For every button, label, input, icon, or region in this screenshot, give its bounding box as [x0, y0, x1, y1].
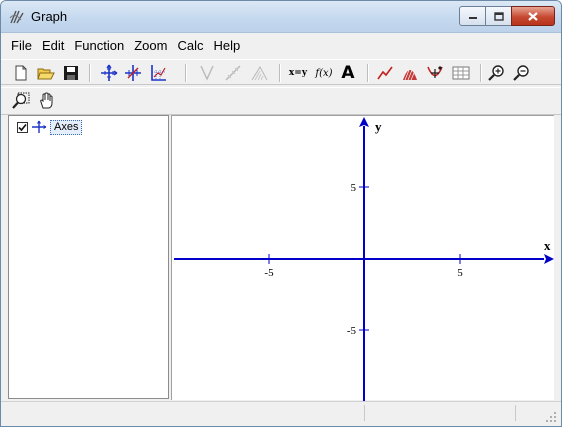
- zoom-out-button[interactable]: [512, 63, 532, 83]
- x-axis-arrow: [544, 254, 554, 264]
- line-series-button[interactable]: [375, 63, 395, 83]
- x-tick-label-neg-5: -5: [264, 267, 274, 279]
- app-window: Graph File Edit Function Zoom Calc Help: [0, 0, 562, 427]
- hatch-button[interactable]: [249, 63, 269, 83]
- zoom-window-button[interactable]: [11, 91, 31, 111]
- y-axis-arrow: [359, 117, 369, 127]
- xy-icon: x=y: [288, 68, 308, 78]
- axes-cross-button[interactable]: [123, 63, 143, 83]
- text-A-icon: A: [341, 63, 355, 83]
- zoom-in-icon: [488, 65, 504, 81]
- checkmark-icon: [18, 123, 27, 131]
- zoom-in-button[interactable]: [487, 63, 507, 83]
- line-series-icon: [377, 66, 393, 80]
- axes-icon: [32, 120, 47, 133]
- graph-area[interactable]: -5 5 5 -5 x y: [171, 115, 555, 401]
- menu-zoom[interactable]: Zoom: [129, 38, 172, 53]
- table-icon: [452, 66, 470, 80]
- point-series-icon: [427, 66, 443, 78]
- axes-grid-button[interactable]: [148, 63, 168, 83]
- text-button[interactable]: A: [338, 63, 358, 83]
- save-button[interactable]: [61, 63, 81, 83]
- main-toolbar: x=y f(x) A: [1, 59, 561, 85]
- area-icon: [403, 69, 417, 81]
- plot-canvas[interactable]: -5 5 5 -5 x y: [172, 116, 555, 401]
- zoom-toolbar: [1, 87, 561, 115]
- caption-buttons: [459, 6, 555, 26]
- zoom-out-icon: [513, 65, 529, 81]
- fx-button[interactable]: f(x): [313, 63, 335, 83]
- tree-item-axes[interactable]: Axes: [17, 119, 83, 135]
- axes-grid-icon: [151, 65, 166, 81]
- status-pane-divider-2: [515, 405, 516, 421]
- status-bar: [1, 401, 561, 426]
- function-list-panel[interactable]: Axes: [8, 115, 169, 399]
- maximize-icon: [493, 11, 504, 21]
- hand-move-icon: [40, 92, 53, 109]
- minimize-icon: [468, 17, 477, 19]
- tangent-icon: [200, 65, 214, 81]
- window-title: Graph: [31, 9, 68, 24]
- hand-move-button[interactable]: [37, 91, 57, 111]
- close-icon: [528, 11, 538, 21]
- shade-line-icon: [225, 65, 241, 81]
- status-pane-divider-1: [364, 405, 365, 421]
- y-tick-label-neg-5: -5: [347, 325, 357, 337]
- menu-calc[interactable]: Calc: [172, 38, 208, 53]
- resize-grip-icon[interactable]: [545, 411, 557, 423]
- zoom-window-icon: [12, 92, 30, 109]
- fx-icon: f(x): [315, 67, 333, 79]
- x-axis-label: x: [544, 238, 551, 253]
- hatch-icon: [251, 65, 268, 81]
- menu-help[interactable]: Help: [208, 38, 245, 53]
- area-button[interactable]: [400, 63, 420, 83]
- maximize-button[interactable]: [485, 6, 512, 26]
- title-bar[interactable]: Graph: [1, 1, 561, 33]
- x-tick-label-pos-5: 5: [457, 267, 463, 279]
- open-folder-icon: [37, 68, 55, 80]
- y-axis-label: y: [375, 119, 382, 134]
- shade-line-button[interactable]: [223, 63, 243, 83]
- open-button[interactable]: [36, 63, 56, 83]
- axes-cross-icon: [125, 65, 141, 81]
- save-icon: [64, 66, 78, 80]
- y-tick-label-pos-5: 5: [351, 182, 357, 194]
- insert-axes-icon: [101, 64, 118, 81]
- point-series-button[interactable]: [425, 63, 445, 83]
- close-button[interactable]: [511, 6, 555, 26]
- menu-bar: File Edit Function Zoom Calc Help: [1, 33, 561, 57]
- menu-file[interactable]: File: [6, 38, 37, 53]
- graph-app-icon: [9, 10, 24, 24]
- tree-item-label: Axes: [50, 119, 83, 135]
- menu-edit[interactable]: Edit: [37, 38, 69, 53]
- insert-axes-button[interactable]: [99, 63, 119, 83]
- new-file-button[interactable]: [11, 63, 31, 83]
- axes-checkbox[interactable]: [17, 121, 28, 133]
- new-file-icon: [15, 65, 27, 81]
- tangent-button[interactable]: [197, 63, 217, 83]
- minimize-button[interactable]: [459, 6, 486, 26]
- table-button[interactable]: [451, 63, 471, 83]
- menu-function[interactable]: Function: [69, 38, 129, 53]
- xy-button[interactable]: x=y: [287, 63, 309, 83]
